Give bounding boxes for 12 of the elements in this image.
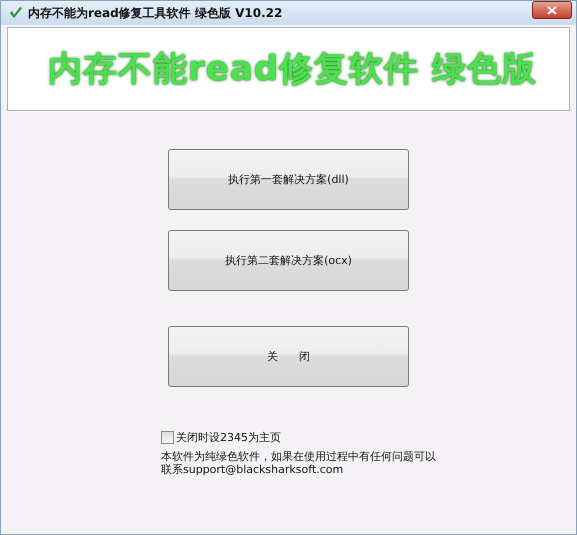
checkmark-icon [9,6,23,20]
close-button[interactable] [532,1,572,19]
window-title: 内存不能为read修复工具软件 绿色版 V10.22 [28,4,282,22]
action-button[interactable]: 执行第二套解决方案(ocx) [168,230,409,291]
banner-title: 内存不能read修复软件 绿色版 [48,48,537,91]
checkbox[interactable] [161,431,174,444]
notice-text: 本软件为纯绿色软件，如果在使用过程中有任何问题可以 [161,450,436,463]
action-button[interactable]: 关 闭 [168,326,409,387]
close-icon [547,6,557,14]
action-button[interactable]: 执行第一套解决方案(dll) [168,149,409,210]
notice-text: 联系support@blacksharksoft.com [161,463,344,476]
checkbox-label: 关闭时设2345为主页 [176,430,281,445]
